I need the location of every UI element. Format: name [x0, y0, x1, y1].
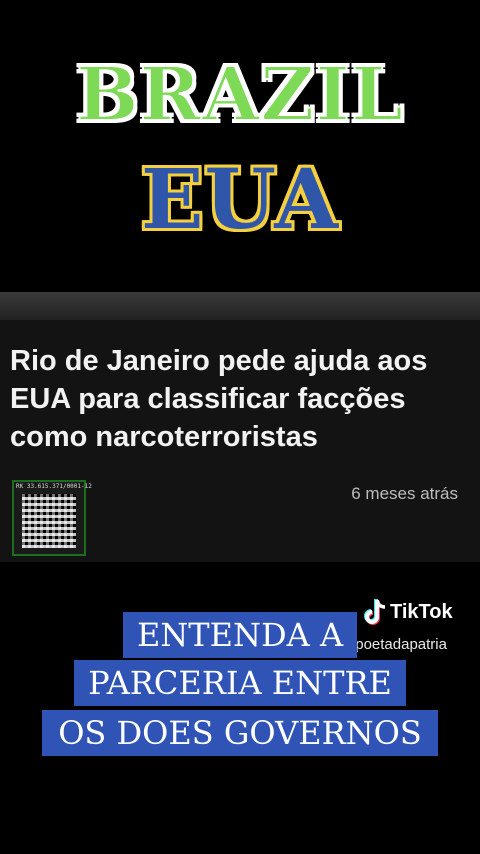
qr-label: RK 33.615.371/0001-12 [16, 483, 92, 490]
card-top-bar [0, 292, 480, 320]
caption-text-2: PARCERIA ENTRE [74, 660, 406, 706]
qr-code-icon [22, 494, 76, 548]
caption-text-3: OS DOES GOVERNOS [42, 710, 438, 756]
caption-line-3: OS DOES GOVERNOS [0, 710, 480, 756]
caption-text-1: ENTENDA A [122, 612, 358, 658]
title-brazil: BRAZIL [75, 51, 405, 139]
article-time: 6 meses atrás [351, 484, 458, 503]
qr-code-box: RK 33.615.371/0001-12 [12, 480, 92, 556]
caption-line-1: ENTENDA A [0, 612, 480, 658]
title-eua: EUA [140, 152, 340, 248]
caption-line-2: PARCERIA ENTRE [0, 660, 480, 706]
article-headline[interactable]: Rio de Janeiro pede ajuda aos EUA para c… [10, 342, 470, 456]
